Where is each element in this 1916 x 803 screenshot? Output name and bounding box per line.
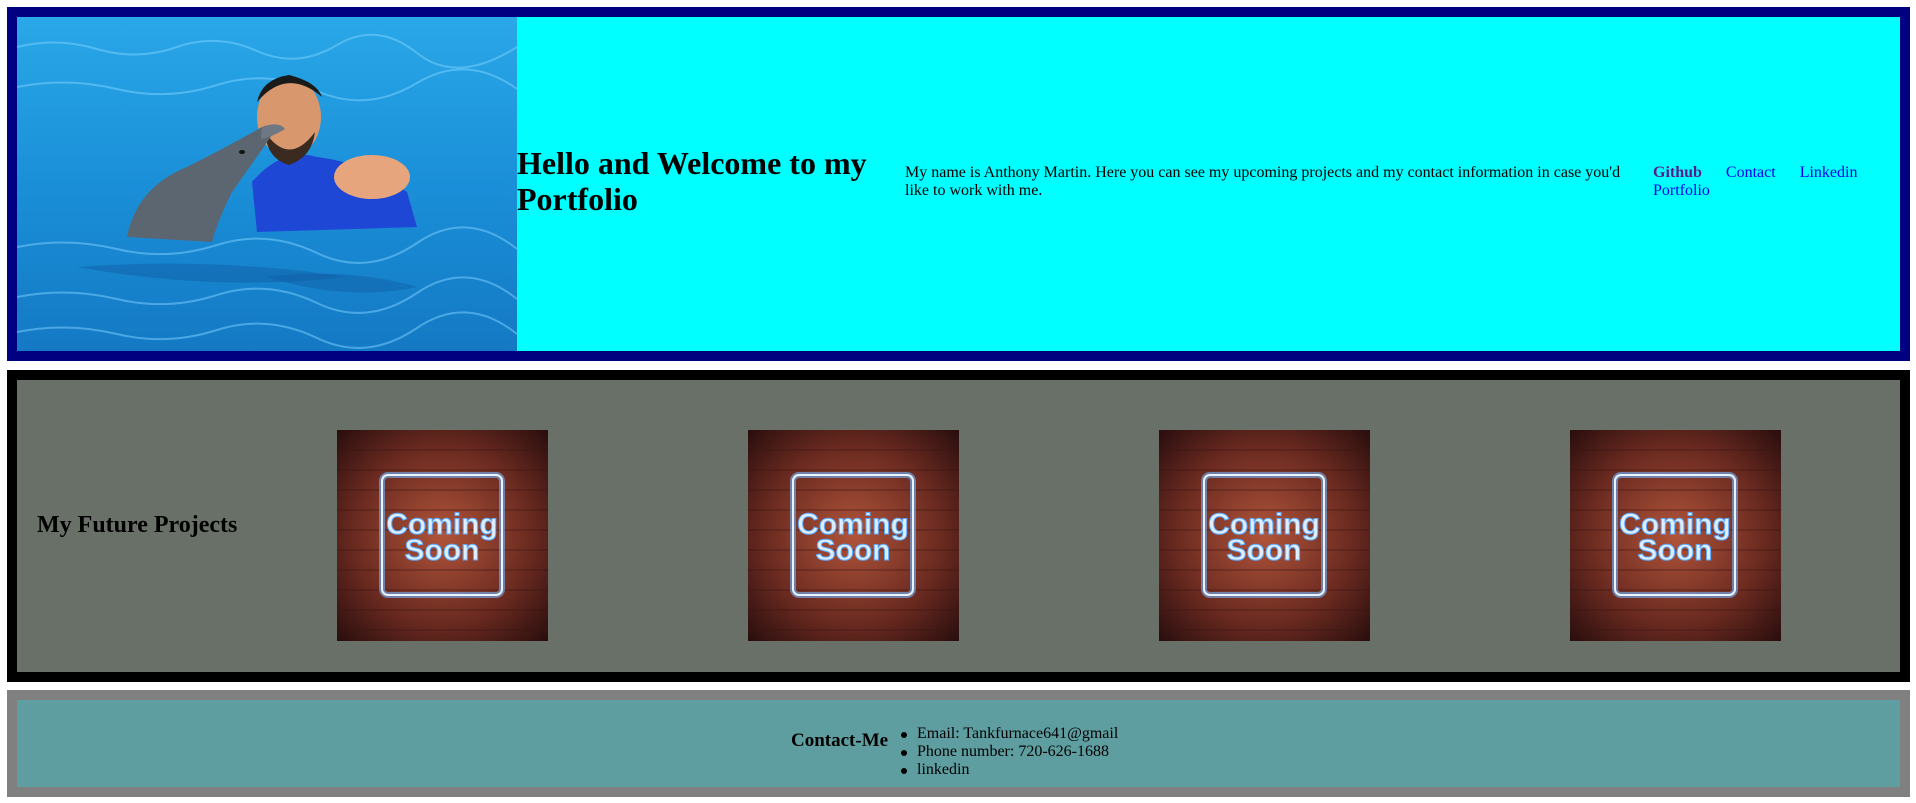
about-text: My name is Anthony Martin. Here you can … [905, 164, 1621, 199]
future-projects-section: My Future Projects Coming Soon Coming So… [7, 370, 1910, 682]
coming-soon-line2: Soon [1227, 534, 1302, 567]
nav-linkedin-link[interactable]: Linkedin [1800, 164, 1858, 182]
dolphin-photo-image [17, 17, 517, 351]
coming-soon-image: Coming Soon [1159, 430, 1370, 641]
contact-linkedin: linkedin [900, 761, 1118, 779]
welcome-title: Hello and Welcome to my Portfolio [517, 145, 867, 217]
profile-photo [17, 17, 517, 351]
project-card-2[interactable]: Coming Soon [748, 430, 959, 641]
coming-soon-line2: Soon [1638, 534, 1713, 567]
nav-contact-link[interactable]: Contact [1726, 164, 1776, 182]
project-card-1[interactable]: Coming Soon [337, 430, 548, 641]
nav-github-link[interactable]: Github [1653, 164, 1702, 182]
coming-soon-image: Coming Soon [748, 430, 959, 641]
project-card-4[interactable]: Coming Soon [1570, 430, 1781, 641]
coming-soon-line2: Soon [405, 534, 480, 567]
contact-email: Email: Tankfurnace641@gmail [900, 725, 1119, 742]
project-card-3[interactable]: Coming Soon [1159, 430, 1370, 641]
coming-soon-line2: Soon [816, 534, 891, 567]
contact-list: Email: Tankfurnace641@gmail Phone number… [900, 725, 1119, 779]
nav-portfolio-link[interactable]: Portfolio [1653, 182, 1710, 200]
contact-phone: Phone number: 720-626-1688 [900, 743, 1118, 761]
portfolio-header: Hello and Welcome to my Portfolio My nam… [7, 7, 1910, 361]
coming-soon-image: Coming Soon [1570, 430, 1781, 641]
projects-title: My Future Projects [37, 512, 238, 538]
contact-title: Contact-Me [791, 730, 889, 751]
contact-section: Contact-Me Email: Tankfurnace641@gmail P… [7, 690, 1910, 797]
coming-soon-image: Coming Soon [337, 430, 548, 641]
header-nav: Github Contact Linkedin Portfolio [1653, 164, 1883, 200]
